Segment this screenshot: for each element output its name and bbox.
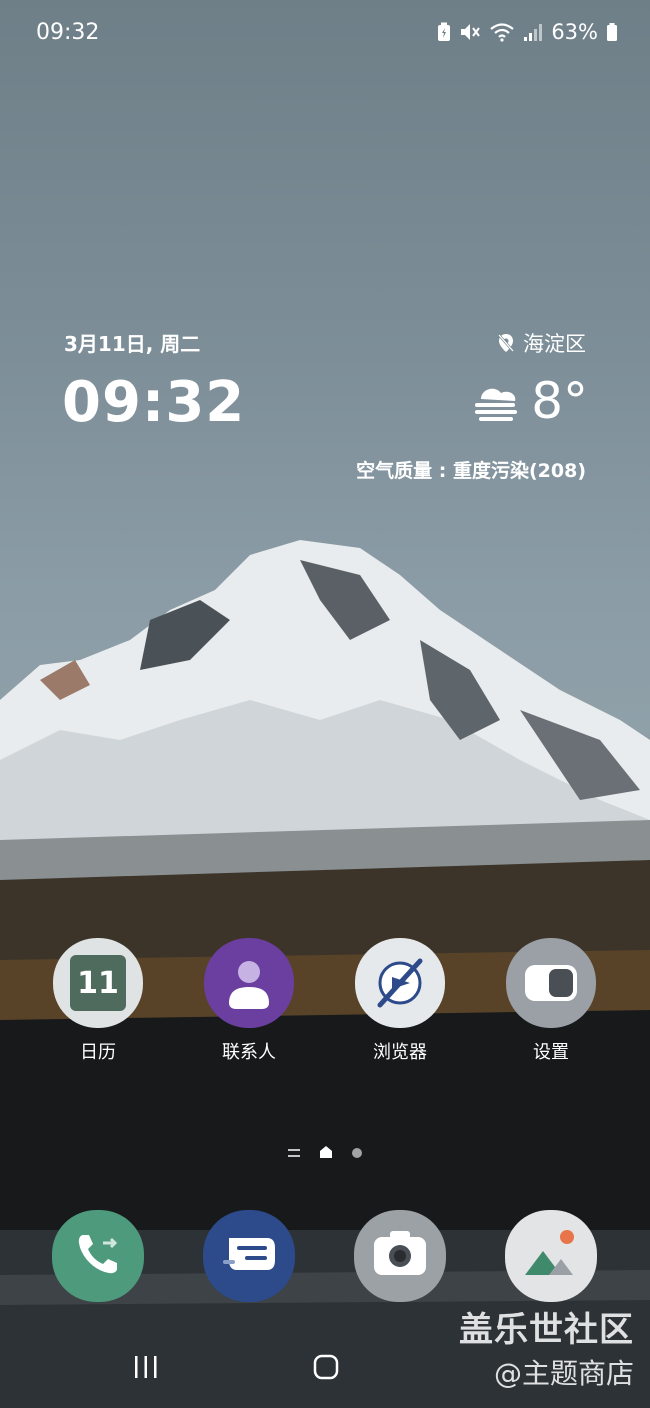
app-label: 联系人 (222, 1042, 276, 1063)
app-label: 浏览器 (373, 1042, 427, 1063)
calendar-icon: 11 (53, 938, 143, 1028)
camera-icon (370, 1229, 430, 1283)
settings-icon (506, 938, 596, 1028)
air-quality: 空气质量 : 重度污染(208) (356, 460, 586, 482)
gallery-icon (521, 1227, 581, 1285)
app-calendar[interactable]: 11 日历 (43, 938, 153, 1064)
widget-location[interactable]: 海淀区 (497, 328, 586, 358)
home-button[interactable] (313, 1354, 339, 1384)
location-label: 海淀区 (523, 332, 586, 356)
battery-saver-icon (437, 22, 451, 42)
app-browser[interactable]: 浏览器 (345, 938, 455, 1064)
mute-icon (459, 22, 481, 42)
status-icons: 63% (437, 20, 618, 44)
recents-button[interactable] (133, 1354, 159, 1384)
app-settings[interactable]: 设置 (496, 938, 606, 1064)
app-contacts[interactable]: 联系人 (194, 938, 304, 1064)
app-label: 日历 (80, 1042, 116, 1063)
widget-weather[interactable]: 8° (473, 372, 588, 430)
watermark-theme-store: @主题商店 (493, 1357, 634, 1390)
wallpaper (0, 0, 650, 1408)
watermark-community: 盖乐世社区 (459, 1310, 634, 1350)
page-indicator[interactable] (0, 1144, 650, 1163)
widget-date[interactable]: 3月11日, 周二 (64, 328, 200, 357)
temperature: 8° (531, 372, 588, 430)
dock-phone[interactable] (52, 1210, 144, 1302)
status-time: 09:32 (36, 20, 100, 45)
home-page-icon[interactable] (319, 1144, 333, 1163)
app-label: 设置 (533, 1042, 569, 1063)
dock-gallery[interactable] (505, 1210, 597, 1302)
calendar-day-badge: 11 (70, 955, 126, 1011)
page-dot[interactable] (351, 1144, 363, 1163)
fog-icon (473, 381, 519, 421)
messages-icon (219, 1230, 279, 1282)
battery-icon (606, 22, 618, 42)
battery-percent: 63% (551, 20, 598, 44)
widget-clock[interactable]: 09:32 (62, 370, 245, 435)
signal-icon (523, 22, 543, 42)
wifi-icon (489, 22, 515, 42)
location-off-icon (497, 333, 515, 353)
list-page-icon[interactable] (287, 1144, 301, 1163)
browser-icon (355, 938, 445, 1028)
contacts-icon (204, 938, 294, 1028)
phone-icon (71, 1227, 125, 1285)
dock-camera[interactable] (354, 1210, 446, 1302)
mountain-illustration (0, 540, 650, 1408)
dock-messages[interactable] (203, 1210, 295, 1302)
